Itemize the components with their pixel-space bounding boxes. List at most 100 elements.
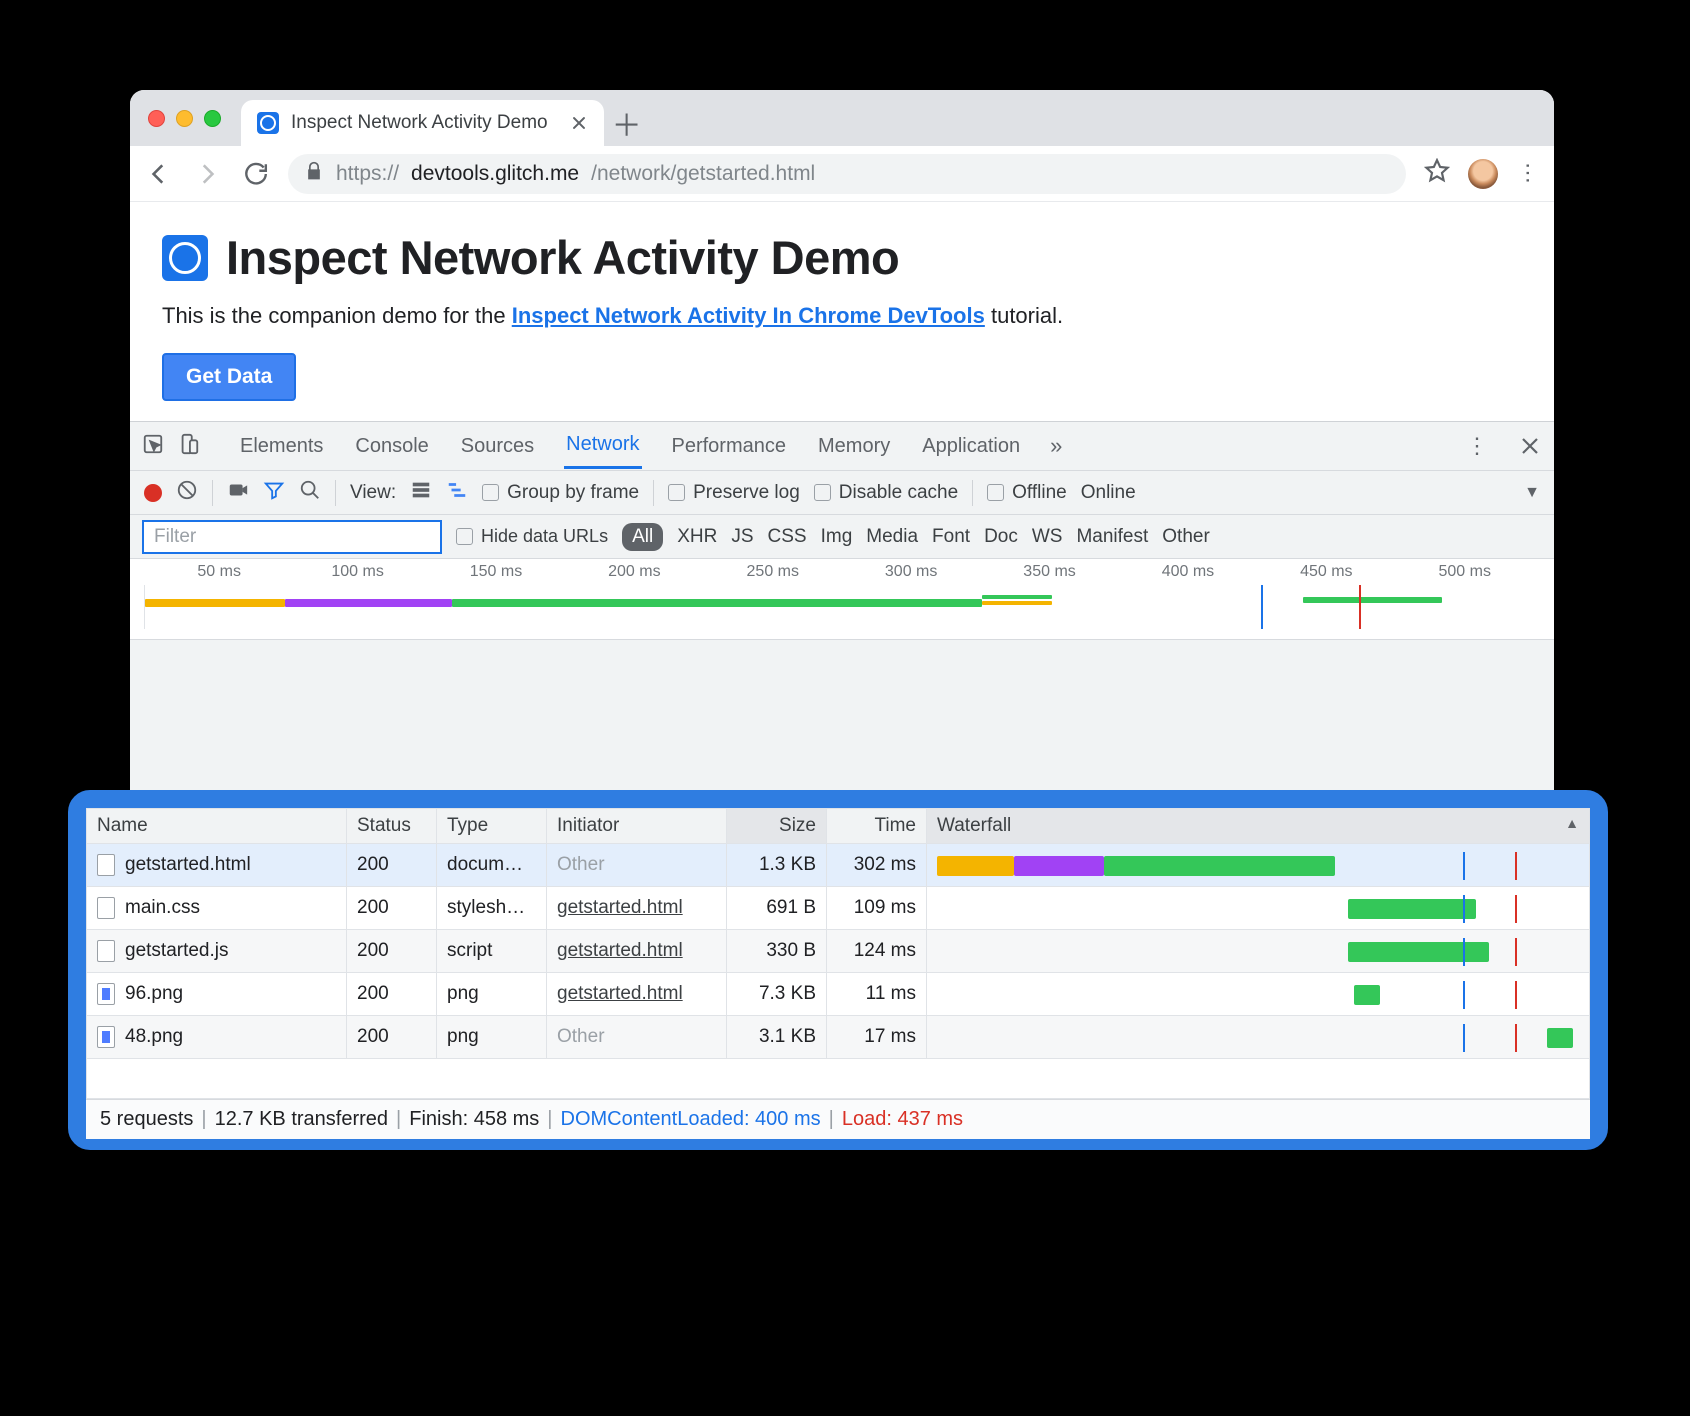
clear-button[interactable]: [176, 479, 198, 506]
more-tabs-button[interactable]: »: [1050, 433, 1062, 459]
browser-tab[interactable]: Inspect Network Activity Demo: [241, 100, 604, 146]
col-name[interactable]: Name: [87, 809, 347, 844]
lock-icon: [304, 161, 324, 187]
device-toolbar-icon[interactable]: [178, 433, 200, 460]
disable-cache-checkbox[interactable]: Disable cache: [814, 482, 958, 504]
tab-title: Inspect Network Activity Demo: [291, 112, 548, 134]
col-time[interactable]: Time: [827, 809, 927, 844]
col-type[interactable]: Type: [437, 809, 547, 844]
status-finish: Finish: 458 ms: [409, 1108, 539, 1131]
initiator-link[interactable]: getstarted.html: [557, 983, 683, 1004]
offline-checkbox[interactable]: Offline: [987, 482, 1067, 504]
url-host: devtools.glitch.me: [411, 162, 579, 186]
address-field[interactable]: https:// devtools.glitch.me/network/getst…: [288, 154, 1406, 194]
hide-data-urls-checkbox[interactable]: Hide data URLs: [456, 526, 608, 547]
tab-application[interactable]: Application: [920, 425, 1022, 468]
view-label: View:: [350, 482, 396, 504]
tab-console[interactable]: Console: [353, 425, 430, 468]
filter-cat-img[interactable]: Img: [821, 526, 853, 548]
network-toolbar: View: Group by frame Preserve log Disabl…: [130, 470, 1554, 514]
empty-row: [86, 1059, 1590, 1099]
col-initiator[interactable]: Initiator: [547, 809, 727, 844]
filter-bar: Filter Hide data URLs All XHR JS CSS Img Medi…: [130, 514, 1554, 558]
page-content: Inspect Network Activity Demo This is th…: [130, 202, 1554, 421]
file-icon: [97, 854, 115, 876]
favicon-icon: [257, 112, 279, 134]
profile-avatar[interactable]: [1468, 159, 1498, 189]
tab-strip: Inspect Network Activity Demo ＋: [130, 90, 1554, 146]
throttling-select[interactable]: Online: [1081, 482, 1136, 504]
filter-categories: All XHR JS CSS Img Media Font Doc WS Manifest Othe…: [622, 523, 1210, 551]
address-bar: https:// devtools.glitch.me/network/getst…: [130, 146, 1554, 202]
forward-button[interactable]: [192, 159, 222, 189]
request-row[interactable]: getstarted.js200scriptgetstarted.html330…: [87, 930, 1590, 973]
timeline-bars: [144, 585, 1540, 629]
filter-cat-doc[interactable]: Doc: [984, 526, 1018, 548]
status-dcl: DOMContentLoaded: 400 ms: [561, 1108, 821, 1131]
url-path: /network/getstarted.html: [591, 162, 815, 186]
record-button[interactable]: [144, 484, 162, 502]
filter-input[interactable]: Filter: [142, 520, 442, 554]
file-icon: [97, 1026, 115, 1048]
col-size[interactable]: Size: [727, 809, 827, 844]
close-tab-button[interactable]: [570, 114, 588, 132]
page-intro: This is the companion demo for the Inspe…: [162, 303, 1522, 329]
request-row[interactable]: main.css200stylesh…getstarted.html691 B1…: [87, 887, 1590, 930]
tab-network[interactable]: Network: [564, 423, 641, 469]
status-transferred: 12.7 KB transferred: [215, 1108, 388, 1131]
inspect-element-icon[interactable]: [142, 433, 164, 460]
camera-icon[interactable]: [227, 479, 249, 506]
filter-cat-media[interactable]: Media: [866, 526, 918, 548]
new-tab-button[interactable]: ＋: [604, 100, 650, 146]
tab-memory[interactable]: Memory: [816, 425, 892, 468]
col-status[interactable]: Status: [347, 809, 437, 844]
devtools-menu-button[interactable]: ⋮: [1466, 433, 1490, 459]
back-button[interactable]: [144, 159, 174, 189]
minimize-window-button[interactable]: [176, 110, 193, 127]
tab-performance[interactable]: Performance: [670, 425, 789, 468]
filter-cat-css[interactable]: CSS: [768, 526, 807, 548]
filter-cat-ws[interactable]: WS: [1032, 526, 1063, 548]
timeline-ticks: 50 ms100 ms150 ms200 ms250 ms300 ms350 m…: [130, 559, 1554, 581]
filter-cat-font[interactable]: Font: [932, 526, 970, 548]
url-protocol: https://: [336, 162, 399, 186]
page-title: Inspect Network Activity Demo: [226, 230, 899, 285]
group-by-frame-checkbox[interactable]: Group by frame: [482, 482, 639, 504]
close-devtools-button[interactable]: [1518, 431, 1542, 461]
col-waterfall[interactable]: Waterfall▲: [927, 809, 1590, 844]
filter-cat-xhr[interactable]: XHR: [677, 526, 717, 548]
refresh-button[interactable]: [240, 159, 270, 189]
waterfall-view-icon[interactable]: [446, 479, 468, 506]
requests-table: Name Status Type Initiator Size Time Wat…: [86, 808, 1590, 1059]
tab-elements[interactable]: Elements: [238, 425, 325, 468]
close-window-button[interactable]: [148, 110, 165, 127]
toolbar-dropdown[interactable]: ▼: [1524, 484, 1540, 502]
preserve-log-checkbox[interactable]: Preserve log: [668, 482, 800, 504]
search-icon[interactable]: [299, 479, 321, 506]
request-row[interactable]: 48.png200pngOther3.1 KB17 ms: [87, 1016, 1590, 1059]
devtools-logo-icon: [162, 235, 208, 281]
request-row[interactable]: 96.png200pnggetstarted.html7.3 KB11 ms: [87, 973, 1590, 1016]
maximize-window-button[interactable]: [204, 110, 221, 127]
network-requests-panel: Name Status Type Initiator Size Time Wat…: [86, 808, 1590, 1139]
initiator-link[interactable]: getstarted.html: [557, 940, 683, 961]
tutorial-link[interactable]: Inspect Network Activity In Chrome DevTo…: [512, 303, 985, 328]
request-row[interactable]: getstarted.html200docum…Other1.3 KB302 m…: [87, 844, 1590, 887]
tab-sources[interactable]: Sources: [459, 425, 536, 468]
file-icon: [97, 940, 115, 962]
filter-cat-all[interactable]: All: [622, 523, 663, 551]
devtools-tabs: Elements Console Sources Network Perform…: [130, 422, 1554, 470]
filter-cat-other[interactable]: Other: [1162, 526, 1210, 548]
get-data-button[interactable]: Get Data: [162, 353, 296, 401]
filter-cat-manifest[interactable]: Manifest: [1076, 526, 1148, 548]
filter-icon[interactable]: [263, 479, 285, 506]
file-icon: [97, 983, 115, 1005]
file-icon: [97, 897, 115, 919]
large-rows-icon[interactable]: [410, 479, 432, 506]
filter-cat-js[interactable]: JS: [731, 526, 753, 548]
status-load: Load: 437 ms: [842, 1108, 963, 1131]
timeline-overview[interactable]: 50 ms100 ms150 ms200 ms250 ms300 ms350 m…: [130, 558, 1554, 640]
initiator-link[interactable]: getstarted.html: [557, 897, 683, 918]
browser-menu-button[interactable]: ⋯: [1515, 162, 1541, 186]
bookmark-button[interactable]: [1424, 158, 1450, 189]
